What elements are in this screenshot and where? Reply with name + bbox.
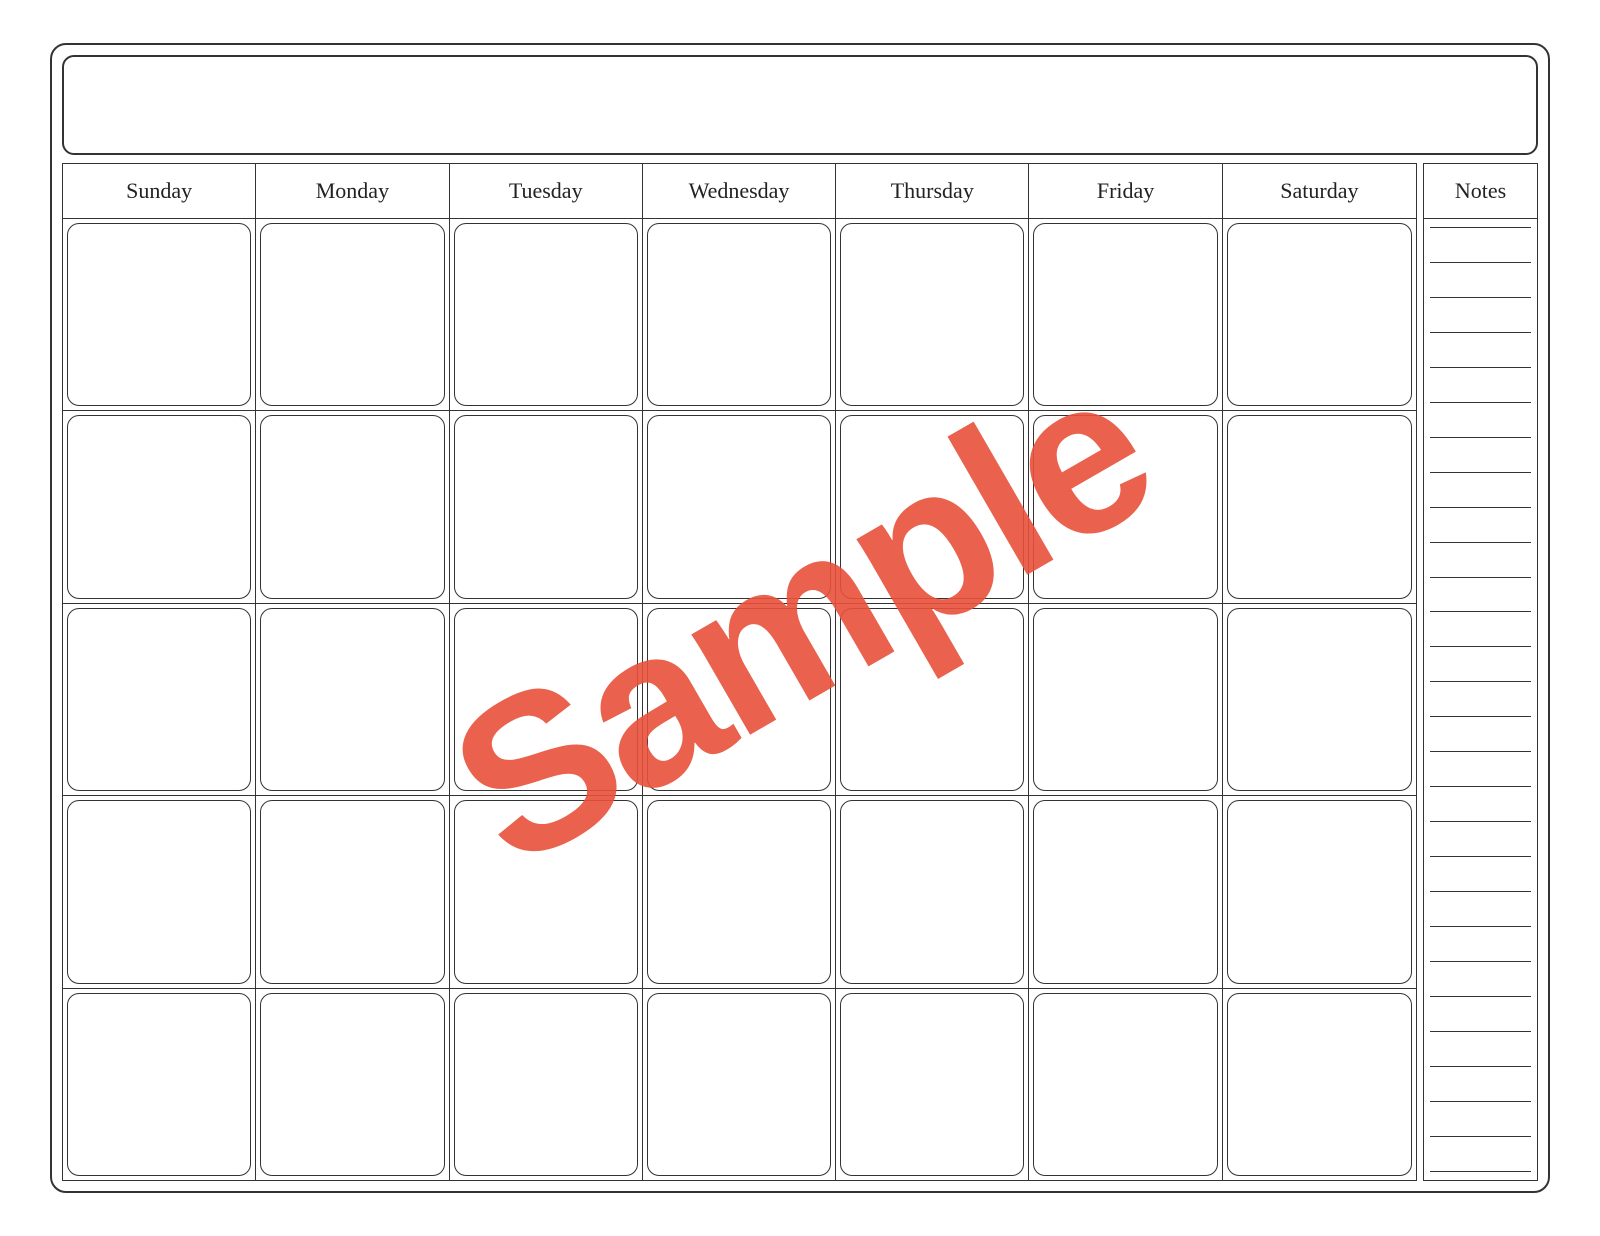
notes-column: Notes <box>1423 163 1538 1181</box>
week-row-2 <box>63 411 1416 603</box>
notes-line <box>1430 542 1531 543</box>
header-monday: Monday <box>256 164 449 218</box>
week-rows <box>62 218 1417 1181</box>
day-cell <box>1223 989 1416 1180</box>
day-cell <box>256 796 449 987</box>
day-cell <box>450 604 643 795</box>
day-cell <box>836 219 1029 410</box>
day-cell <box>836 796 1029 987</box>
notes-line <box>1430 646 1531 647</box>
day-cell <box>1029 989 1222 1180</box>
day-cell <box>836 989 1029 1180</box>
week-row-3 <box>63 604 1416 796</box>
notes-line <box>1430 437 1531 438</box>
notes-line <box>1430 227 1531 228</box>
notes-line <box>1430 856 1531 857</box>
day-cell <box>1029 219 1222 410</box>
notes-line <box>1430 297 1531 298</box>
notes-line <box>1430 751 1531 752</box>
header-friday: Friday <box>1029 164 1222 218</box>
header-tuesday: Tuesday <box>450 164 643 218</box>
notes-line <box>1430 611 1531 612</box>
day-cell <box>643 989 836 1180</box>
notes-line <box>1430 786 1531 787</box>
header-thursday: Thursday <box>836 164 1029 218</box>
day-headers-row: Sunday Monday Tuesday Wednesday Thursday… <box>62 163 1417 218</box>
day-cell <box>450 796 643 987</box>
day-cell <box>63 411 256 602</box>
header-wednesday: Wednesday <box>643 164 836 218</box>
notes-line <box>1430 926 1531 927</box>
notes-line <box>1430 681 1531 682</box>
day-cell <box>63 604 256 795</box>
day-cell <box>63 989 256 1180</box>
notes-line <box>1430 961 1531 962</box>
notes-line <box>1430 472 1531 473</box>
notes-line <box>1430 1171 1531 1172</box>
day-cell <box>256 411 449 602</box>
notes-line <box>1430 1031 1531 1032</box>
day-cell <box>63 796 256 987</box>
notes-line <box>1430 262 1531 263</box>
notes-line <box>1430 507 1531 508</box>
notes-header: Notes <box>1423 163 1538 218</box>
main-grid: Sunday Monday Tuesday Wednesday Thursday… <box>62 163 1417 1181</box>
day-cell <box>1223 219 1416 410</box>
notes-line <box>1430 1066 1531 1067</box>
day-cell <box>1029 604 1222 795</box>
day-cell <box>1029 411 1222 602</box>
notes-line <box>1430 332 1531 333</box>
notes-line <box>1430 577 1531 578</box>
day-cell <box>450 411 643 602</box>
day-cell <box>836 604 1029 795</box>
day-cell <box>643 604 836 795</box>
notes-line <box>1430 996 1531 997</box>
day-cell <box>836 411 1029 602</box>
day-cell <box>450 219 643 410</box>
day-cell <box>643 796 836 987</box>
notes-lines-container <box>1423 218 1538 1181</box>
calendar-body: Sunday Monday Tuesday Wednesday Thursday… <box>62 163 1538 1181</box>
week-row-4 <box>63 796 1416 988</box>
header-saturday: Saturday <box>1223 164 1416 218</box>
day-cell <box>256 219 449 410</box>
notes-line <box>1430 891 1531 892</box>
day-cell <box>63 219 256 410</box>
day-cell <box>256 604 449 795</box>
notes-line <box>1430 1136 1531 1137</box>
notes-line <box>1430 821 1531 822</box>
notes-line <box>1430 716 1531 717</box>
calendar-container: Sunday Monday Tuesday Wednesday Thursday… <box>50 43 1550 1193</box>
week-row-5 <box>63 989 1416 1180</box>
calendar-title-bar <box>62 55 1538 155</box>
notes-line <box>1430 402 1531 403</box>
week-row-1 <box>63 219 1416 411</box>
notes-line <box>1430 367 1531 368</box>
day-cell <box>643 219 836 410</box>
notes-line <box>1430 1101 1531 1102</box>
day-cell <box>256 989 449 1180</box>
day-cell <box>1223 411 1416 602</box>
day-cell <box>450 989 643 1180</box>
header-sunday: Sunday <box>63 164 256 218</box>
day-cell <box>643 411 836 602</box>
day-cell <box>1223 796 1416 987</box>
day-cell <box>1029 796 1222 987</box>
day-cell <box>1223 604 1416 795</box>
